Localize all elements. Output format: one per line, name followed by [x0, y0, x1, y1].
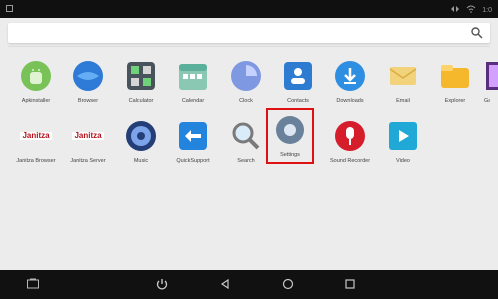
wifi-icon — [466, 5, 476, 15]
app-tile-apkinstaller[interactable]: Apkinstaller — [12, 56, 60, 112]
app-tile-downloads[interactable]: Downloads — [326, 56, 374, 112]
folder-icon — [441, 65, 469, 88]
app-label: Email — [396, 98, 410, 104]
contacts-icon — [284, 62, 312, 90]
status-bar: 1:0 — [0, 0, 498, 18]
app-tile-explorer[interactable]: Explorer — [431, 56, 479, 112]
app-label: Calendar — [181, 98, 205, 104]
app-tile-calculator[interactable]: Calculator — [117, 56, 165, 112]
search-divider — [8, 46, 490, 47]
app-tile-contacts[interactable]: Contacts — [274, 56, 322, 112]
app-label: Explorer — [444, 98, 466, 104]
calculator-icon — [127, 62, 155, 90]
janitza-logo-text: Janitza — [74, 131, 102, 140]
gallery-icon — [486, 62, 498, 90]
search-icon[interactable] — [470, 26, 484, 40]
android-icon — [21, 61, 51, 91]
microphone-icon — [335, 121, 365, 151]
app-label: Apkinstaller — [21, 98, 51, 104]
download-icon — [335, 61, 365, 91]
app-tile-settings[interactable]: Settings — [266, 108, 314, 164]
app-label: Janitza Server — [70, 158, 106, 164]
app-tile-browser[interactable]: Browser — [64, 56, 112, 112]
screenshot-icon[interactable] — [26, 277, 40, 291]
app-tile-search[interactable]: Search — [222, 116, 270, 172]
navigation-bar — [0, 270, 498, 299]
app-label: Clock — [239, 98, 253, 104]
search-bar[interactable] — [8, 23, 490, 43]
music-icon — [126, 121, 156, 151]
home-icon[interactable] — [281, 277, 295, 291]
app-label: QuickSupport — [176, 158, 210, 164]
power-icon[interactable] — [155, 277, 169, 291]
clock-text: 1:0 — [482, 6, 492, 14]
app-tile-sound-recorder[interactable]: Sound Recorder — [326, 116, 374, 172]
app-label: Calculator — [128, 98, 154, 104]
gear-icon — [276, 116, 304, 144]
clock-icon — [231, 61, 261, 91]
app-label: Sound Recorder — [329, 158, 371, 164]
app-tile-music[interactable]: Music — [117, 116, 165, 172]
app-tile-video[interactable]: Video — [379, 116, 427, 172]
recents-icon[interactable] — [343, 277, 357, 291]
app-tile-janitza-server[interactable]: Janitza Janitza Server — [64, 116, 112, 172]
android-launcher-screen: 1:0 Apkinstaller Browser Calculator Cale… — [0, 0, 498, 299]
quicksupport-icon — [179, 122, 207, 150]
app-label: Music — [133, 158, 149, 164]
app-label: Downloads — [336, 98, 364, 104]
app-tile-email[interactable]: Email — [379, 56, 427, 112]
app-tile-quicksupport[interactable]: QuickSupport — [169, 116, 217, 172]
app-label: Janitza Browser — [16, 158, 56, 164]
janitza-logo-text: Janitza — [22, 131, 50, 140]
app-label: Gallery — [484, 98, 490, 104]
app-label: Contacts — [287, 98, 309, 104]
app-label: Search — [237, 158, 255, 164]
email-icon — [389, 67, 417, 85]
notification-icon — [6, 5, 13, 12]
calendar-icon — [179, 64, 207, 90]
app-label: Browser — [77, 98, 99, 104]
app-tile-clock[interactable]: Clock — [222, 56, 270, 112]
status-icons: 1:0 — [450, 5, 492, 15]
video-icon — [389, 122, 417, 150]
janitza-icon: Janitza — [20, 131, 52, 140]
app-grid: Apkinstaller Browser Calculator Calendar… — [8, 52, 498, 268]
app-label: Video — [396, 158, 410, 164]
janitza-icon: Janitza — [72, 131, 104, 140]
app-label: Settings — [280, 152, 300, 158]
globe-icon — [73, 61, 103, 91]
magnifier-icon — [232, 122, 260, 150]
back-icon[interactable] — [218, 277, 232, 291]
app-tile-calendar[interactable]: Calendar — [169, 56, 217, 112]
app-tile-janitza-browser[interactable]: Janitza Janitza Browser — [12, 116, 60, 172]
app-tile-gallery[interactable]: Gallery — [484, 56, 498, 112]
network-icon — [450, 5, 460, 15]
